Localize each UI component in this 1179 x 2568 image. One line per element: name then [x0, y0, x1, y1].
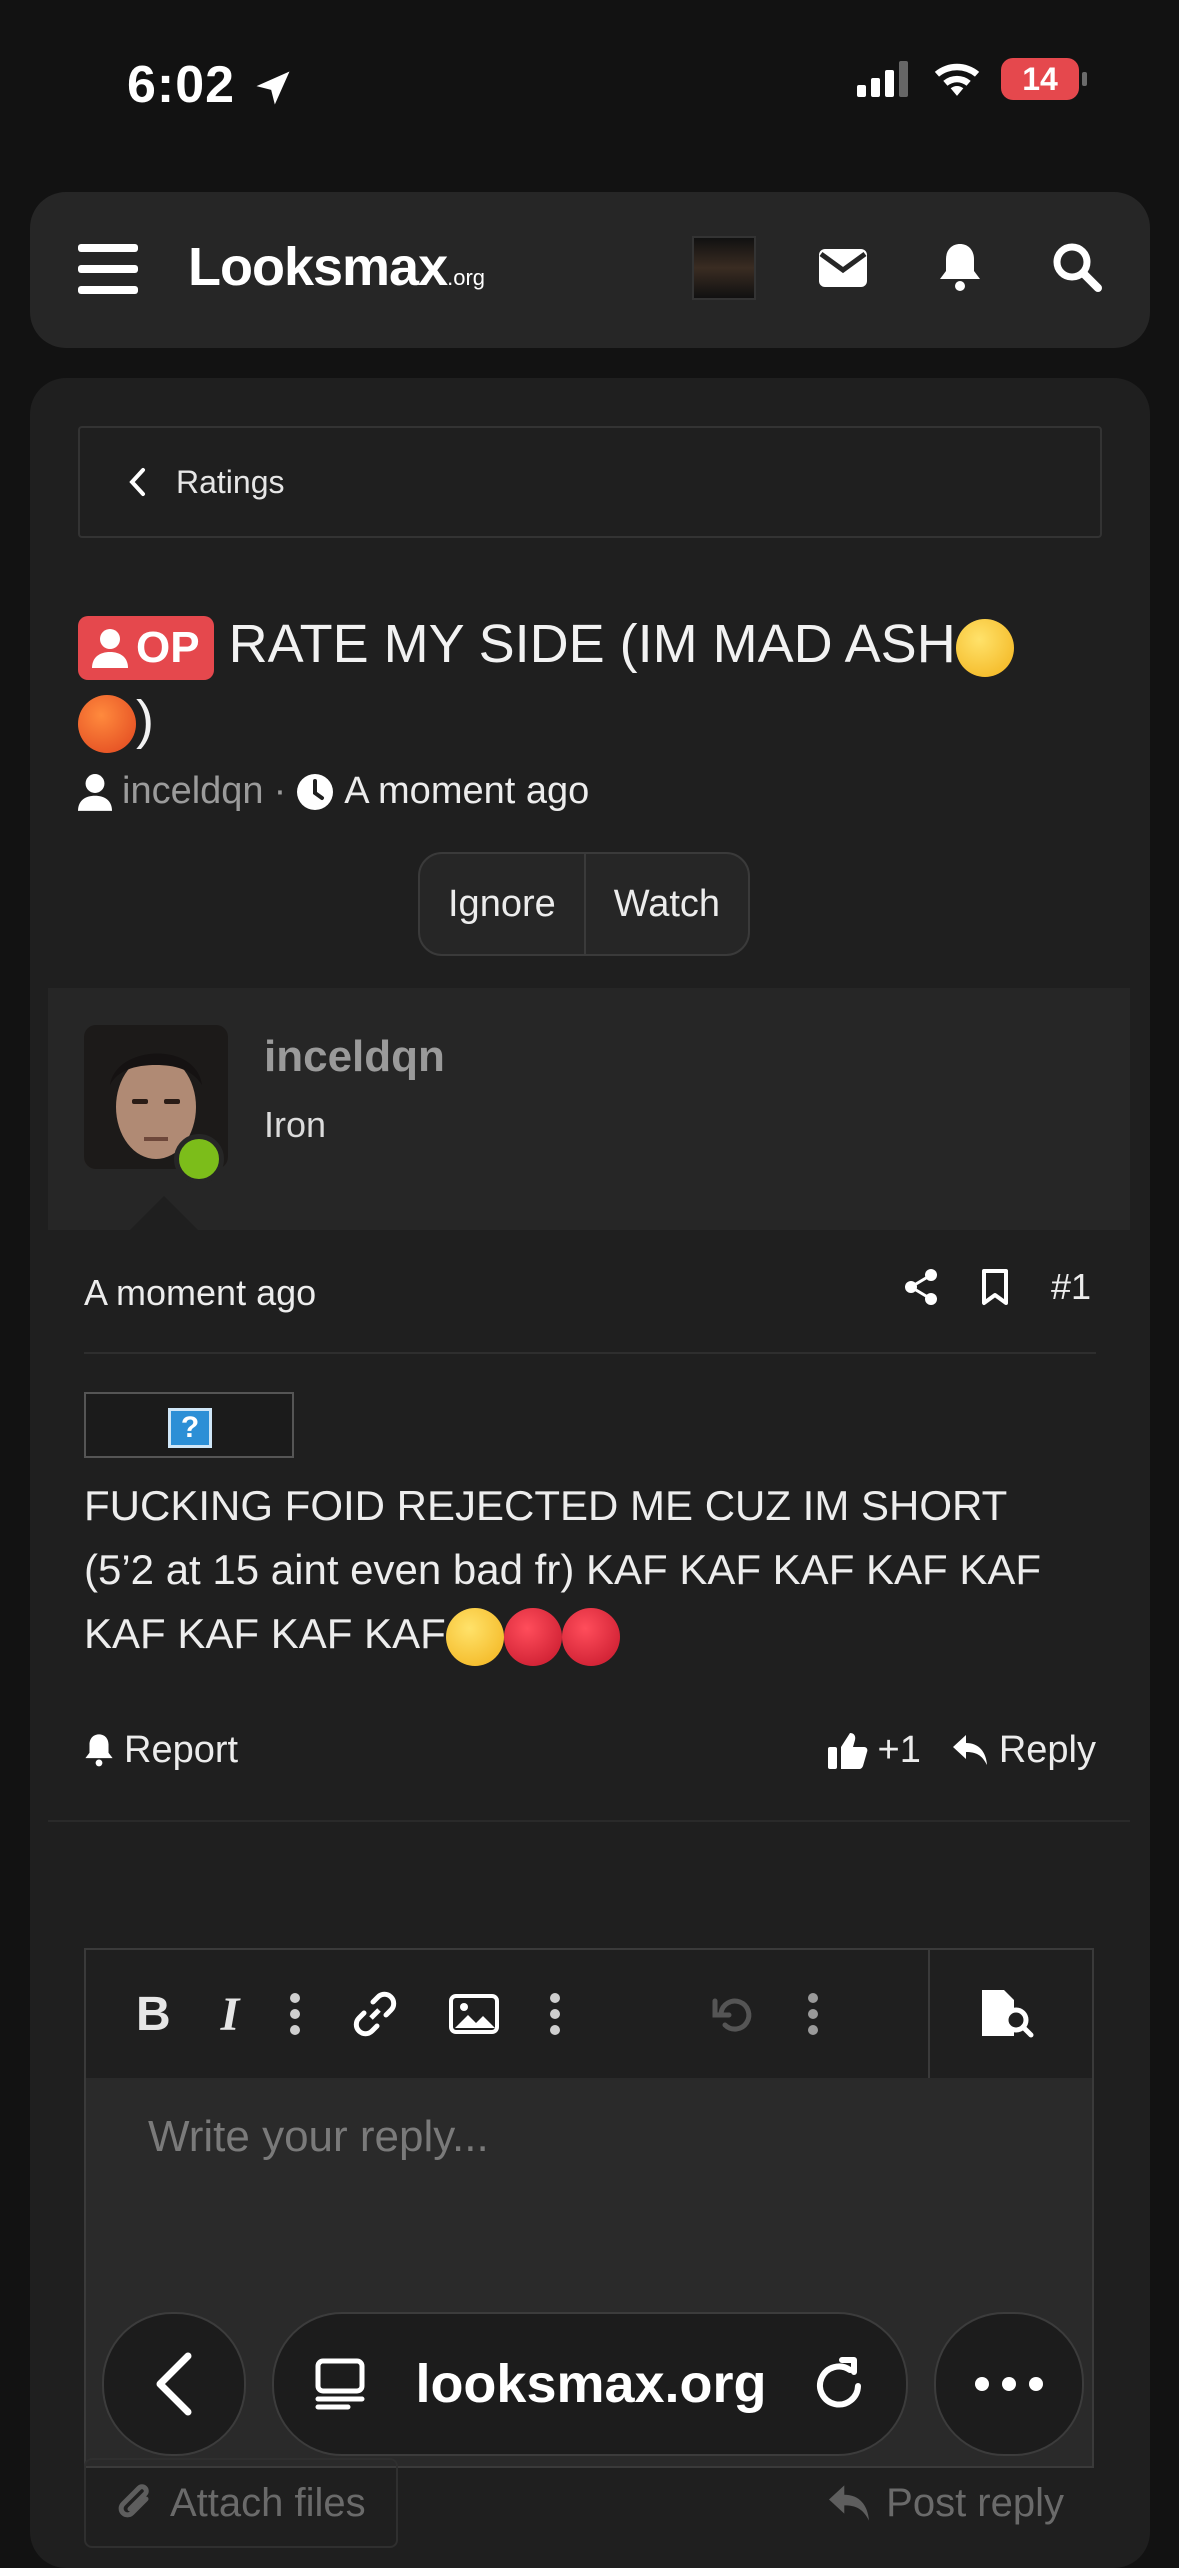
reply-button[interactable]: Reply: [951, 1729, 1096, 1772]
huffing-face-emoji-icon: [445, 1607, 504, 1666]
like-count: +1: [877, 1728, 921, 1771]
post-footer: Report +1 Reply: [84, 1720, 1096, 1780]
image-icon[interactable]: [449, 1994, 500, 2034]
bookmark-icon[interactable]: [981, 1268, 1009, 1306]
reply-label: Reply: [998, 1728, 1096, 1771]
more-options-icon[interactable]: [289, 1992, 301, 2036]
thread-meta: inceldqn · A moment ago: [78, 770, 589, 813]
ellipsis-icon: [974, 2376, 1044, 2392]
missing-image-icon: ?: [168, 1408, 212, 1448]
more-options-icon[interactable]: [807, 1992, 819, 2036]
angry-face-emoji-icon: [78, 694, 136, 753]
breadcrumb-label: Ratings: [176, 463, 285, 500]
post-time[interactable]: A moment ago: [84, 1272, 316, 1314]
site-logo-suffix: .org: [447, 265, 486, 290]
user-rank: Iron: [264, 1104, 327, 1145]
post-divider: [84, 1352, 1096, 1354]
site-logo-text: Looksmax: [188, 237, 448, 297]
chevron-left-icon: [128, 467, 146, 497]
cellular-signal-icon: [857, 61, 913, 97]
site-logo[interactable]: Looksmax.org: [188, 236, 485, 298]
browser-address-bar[interactable]: looksmax.org: [272, 2312, 908, 2456]
italic-icon[interactable]: I: [221, 1987, 240, 2042]
like-button[interactable]: +1: [827, 1728, 921, 1772]
preview-icon[interactable]: [978, 1988, 1042, 2038]
status-time: 6:02: [127, 55, 295, 115]
ignore-button[interactable]: Ignore: [420, 854, 584, 954]
menu-icon[interactable]: [78, 242, 138, 296]
post-actions: #1: [903, 1266, 1091, 1308]
bell-icon[interactable]: [938, 242, 982, 292]
thread-time: A moment ago: [344, 770, 590, 812]
clock-icon: [296, 773, 334, 811]
thread-action-group: Ignore Watch: [418, 852, 751, 956]
post-reply-label: Post reply: [886, 2480, 1064, 2525]
share-icon[interactable]: [903, 1268, 939, 1306]
pouting-face-emoji-icon: [503, 1607, 562, 1666]
thread-title-text: RATE MY SIDE (IM MAD ASH: [228, 614, 956, 674]
huffing-face-emoji-icon: [955, 618, 1014, 677]
post-reactions: +1 Reply: [827, 1728, 1096, 1772]
reply-arrow-icon: [826, 2483, 872, 2523]
tab-overview-icon: [314, 2357, 368, 2411]
browser-url: looksmax.org: [415, 2354, 767, 2414]
user-icon: [92, 628, 128, 668]
editor-actions: Attach files Post reply: [84, 2458, 1094, 2548]
browser-back-button[interactable]: [102, 2312, 246, 2456]
section-divider: [48, 1820, 1130, 1822]
bold-icon[interactable]: B: [136, 1987, 171, 2042]
meta-separator: ·: [273, 770, 287, 812]
link-icon[interactable]: [351, 1990, 399, 2038]
post-username[interactable]: inceldqn: [264, 1032, 445, 1082]
thread-author[interactable]: inceldqn: [122, 770, 264, 813]
envelope-icon[interactable]: [818, 248, 868, 288]
undo-icon[interactable]: [711, 1991, 757, 2037]
attach-files-label: Attach files: [170, 2480, 366, 2525]
header-avatar[interactable]: [692, 236, 756, 300]
battery-indicator: 14: [1001, 58, 1087, 100]
op-badge-label: OP: [136, 622, 200, 672]
more-options-icon[interactable]: [549, 1992, 561, 2036]
wifi-icon: [931, 60, 983, 98]
attach-files-button[interactable]: Attach files: [84, 2458, 398, 2548]
user-icon: [78, 772, 112, 812]
thread-title-end: ): [136, 690, 154, 750]
online-status-indicator: [174, 1134, 224, 1184]
breadcrumb[interactable]: Ratings: [78, 426, 1102, 538]
op-badge: OP: [78, 615, 214, 680]
editor-toolbar: B I: [86, 1950, 1092, 2078]
thread-title: OP RATE MY SIDE (IM MAD ASH ): [78, 606, 1048, 758]
reply-arrow-icon: [951, 1733, 989, 1767]
status-time-text: 6:02: [127, 56, 236, 114]
watch-button[interactable]: Watch: [583, 854, 748, 954]
paperclip-icon: [116, 2481, 156, 2525]
status-indicators: 14: [857, 58, 1087, 100]
cursing-face-emoji-icon: [561, 1607, 620, 1666]
report-button[interactable]: Report: [84, 1729, 238, 1772]
bell-icon: [84, 1733, 114, 1767]
chevron-left-icon: [154, 2352, 194, 2416]
post-reply-button[interactable]: Post reply: [796, 2458, 1094, 2548]
reply-input[interactable]: Write your reply...: [148, 2112, 489, 2162]
browser-more-button[interactable]: [934, 2312, 1084, 2456]
reload-icon[interactable]: [814, 2356, 866, 2412]
broken-image: ?: [84, 1392, 294, 1458]
post-number[interactable]: #1: [1051, 1266, 1091, 1308]
report-label: Report: [124, 1728, 239, 1771]
location-arrow-icon: [251, 66, 295, 110]
search-icon[interactable]: [1052, 242, 1102, 292]
thumbs-up-icon: [827, 1731, 868, 1769]
toolbar-separator: [928, 1950, 930, 2078]
post-body: FUCKING FOID REJECTED ME CUZ IM SHORT (5…: [84, 1474, 1074, 1666]
user-block-caret: [130, 1196, 198, 1230]
